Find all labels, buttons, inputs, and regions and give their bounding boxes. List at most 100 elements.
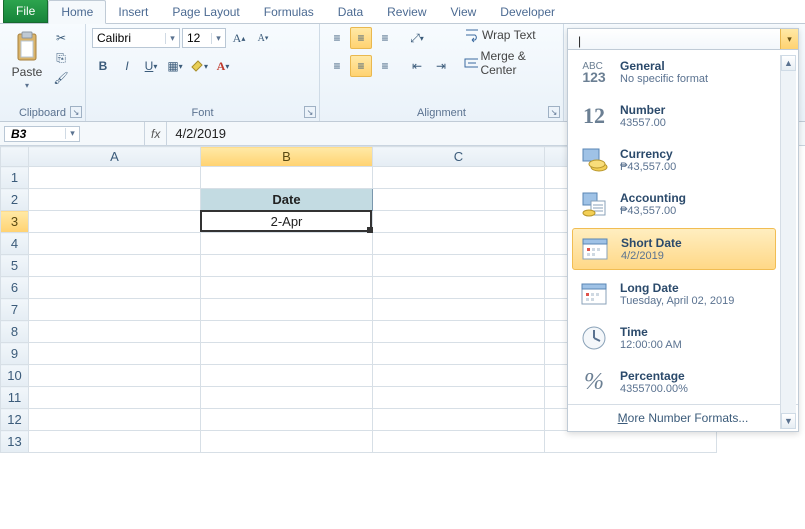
cell[interactable] bbox=[201, 409, 373, 431]
cell[interactable] bbox=[201, 299, 373, 321]
cell-b2[interactable]: Date bbox=[201, 189, 373, 211]
scroll-down-icon[interactable]: ▼ bbox=[781, 413, 796, 429]
row-header[interactable]: 7 bbox=[1, 299, 29, 321]
row-header[interactable]: 4 bbox=[1, 233, 29, 255]
row-header[interactable]: 11 bbox=[1, 387, 29, 409]
fill-color-button[interactable]: ▾ bbox=[188, 55, 210, 77]
chevron-down-icon[interactable]: ▾ bbox=[165, 33, 179, 44]
tab-review[interactable]: Review bbox=[375, 1, 438, 23]
cell[interactable] bbox=[29, 167, 201, 189]
cell[interactable] bbox=[29, 255, 201, 277]
col-header-c[interactable]: C bbox=[373, 147, 545, 167]
number-format-item-number[interactable]: 12Number43557.00 bbox=[568, 94, 780, 138]
bold-button[interactable]: B bbox=[92, 55, 114, 77]
format-painter-button[interactable]: 🖌 bbox=[52, 69, 70, 87]
number-format-item-percentage[interactable]: %Percentage4355700.00% bbox=[568, 360, 780, 404]
col-header-a[interactable]: A bbox=[29, 147, 201, 167]
more-number-formats[interactable]: More Number Formats... bbox=[568, 404, 798, 431]
chevron-down-icon[interactable]: ▾ bbox=[780, 29, 798, 49]
cut-button[interactable]: ✂ bbox=[52, 29, 70, 47]
name-box[interactable]: ▾ bbox=[4, 126, 80, 142]
tab-home[interactable]: Home bbox=[48, 0, 106, 24]
font-color-button[interactable]: A▾ bbox=[212, 55, 234, 77]
cell[interactable] bbox=[373, 387, 545, 409]
cell[interactable] bbox=[373, 167, 545, 189]
border-button[interactable]: ▦▾ bbox=[164, 55, 186, 77]
align-right-button[interactable]: ≡ bbox=[374, 55, 396, 77]
italic-button[interactable]: I bbox=[116, 55, 138, 77]
align-middle-button[interactable]: ≡ bbox=[350, 27, 372, 49]
tab-formulas[interactable]: Formulas bbox=[252, 1, 326, 23]
fx-label[interactable]: fx bbox=[144, 122, 167, 145]
align-center-button[interactable]: ≡ bbox=[350, 55, 372, 77]
cell[interactable] bbox=[373, 255, 545, 277]
increase-indent-button[interactable]: ⇥ bbox=[430, 55, 452, 77]
cell[interactable] bbox=[373, 233, 545, 255]
font-name-combo[interactable]: ▾ bbox=[92, 28, 180, 48]
cell[interactable] bbox=[373, 211, 545, 233]
tab-developer[interactable]: Developer bbox=[488, 1, 567, 23]
cell[interactable] bbox=[373, 277, 545, 299]
orientation-button[interactable]: ⤢▾ bbox=[406, 27, 428, 49]
cell[interactable] bbox=[29, 365, 201, 387]
alignment-launcher[interactable]: ↘ bbox=[548, 106, 560, 118]
clipboard-launcher[interactable]: ↘ bbox=[70, 106, 82, 118]
align-bottom-button[interactable]: ≡ bbox=[374, 27, 396, 49]
row-header[interactable]: 2 bbox=[1, 189, 29, 211]
chevron-down-icon[interactable]: ▾ bbox=[65, 128, 79, 139]
row-header[interactable]: 5 bbox=[1, 255, 29, 277]
tab-insert[interactable]: Insert bbox=[106, 1, 160, 23]
scroll-up-icon[interactable]: ▲ bbox=[781, 55, 796, 71]
cell[interactable] bbox=[29, 431, 201, 453]
align-top-button[interactable]: ≡ bbox=[326, 27, 348, 49]
cell[interactable] bbox=[29, 211, 201, 233]
number-format-combo[interactable]: | ▾ bbox=[568, 29, 798, 50]
cell[interactable] bbox=[373, 321, 545, 343]
scrollbar[interactable]: ▲ ▼ bbox=[780, 55, 796, 429]
number-format-item-time[interactable]: Time12:00:00 AM bbox=[568, 316, 780, 360]
number-format-item-general[interactable]: ABC123GeneralNo specific format bbox=[568, 50, 780, 94]
cell[interactable] bbox=[373, 189, 545, 211]
cell[interactable] bbox=[545, 431, 717, 453]
cell[interactable] bbox=[29, 233, 201, 255]
cell[interactable] bbox=[29, 189, 201, 211]
cell[interactable] bbox=[201, 343, 373, 365]
cell[interactable] bbox=[373, 343, 545, 365]
number-format-item-shortdate[interactable]: Short Date4/2/2019 bbox=[572, 228, 776, 270]
wrap-text-button[interactable]: Wrap Text bbox=[464, 27, 557, 43]
cell[interactable] bbox=[201, 321, 373, 343]
cell[interactable] bbox=[373, 409, 545, 431]
paste-button[interactable]: Paste ▾ bbox=[6, 27, 48, 93]
select-all-corner[interactable] bbox=[1, 147, 29, 167]
merge-center-button[interactable]: Merge & Center bbox=[464, 49, 557, 77]
cell[interactable] bbox=[373, 299, 545, 321]
col-header-b[interactable]: B bbox=[201, 147, 373, 167]
chevron-down-icon[interactable]: ▾ bbox=[211, 33, 225, 44]
cell-b3[interactable]: 2-Apr bbox=[201, 211, 373, 233]
copy-button[interactable]: ⎘ bbox=[52, 49, 70, 67]
number-format-item-currency[interactable]: Currency₱43,557.00 bbox=[568, 138, 780, 182]
cell[interactable] bbox=[201, 431, 373, 453]
cell[interactable] bbox=[373, 365, 545, 387]
font-size-combo[interactable]: ▾ bbox=[182, 28, 226, 48]
row-header[interactable]: 13 bbox=[1, 431, 29, 453]
tab-view[interactable]: View bbox=[439, 1, 489, 23]
grow-font-button[interactable]: A▴ bbox=[228, 27, 250, 49]
cell[interactable] bbox=[201, 233, 373, 255]
number-format-input[interactable] bbox=[568, 29, 780, 49]
cell[interactable] bbox=[29, 299, 201, 321]
row-header[interactable]: 1 bbox=[1, 167, 29, 189]
cell[interactable] bbox=[201, 277, 373, 299]
number-format-item-longdate[interactable]: Long DateTuesday, April 02, 2019 bbox=[568, 272, 780, 316]
cell[interactable] bbox=[373, 431, 545, 453]
cell[interactable] bbox=[29, 343, 201, 365]
cell[interactable] bbox=[201, 387, 373, 409]
cell[interactable] bbox=[29, 321, 201, 343]
font-size-input[interactable] bbox=[183, 31, 211, 45]
shrink-font-button[interactable]: A▾ bbox=[252, 27, 274, 49]
row-header[interactable]: 8 bbox=[1, 321, 29, 343]
font-name-input[interactable] bbox=[93, 31, 165, 45]
tab-page-layout[interactable]: Page Layout bbox=[160, 1, 251, 23]
font-launcher[interactable]: ↘ bbox=[304, 106, 316, 118]
row-header[interactable]: 9 bbox=[1, 343, 29, 365]
